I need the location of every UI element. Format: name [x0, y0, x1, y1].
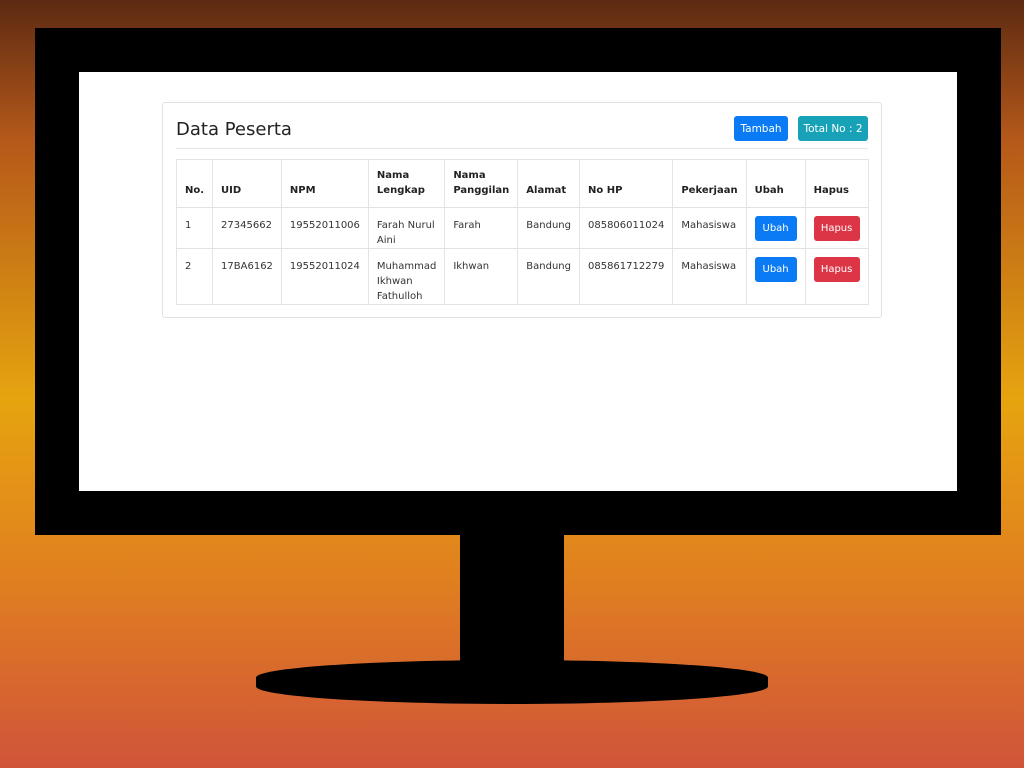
cell-no: 2: [175, 248, 214, 305]
peserta-table: No. UID NPM Nama Lengkap Nama Panggilan A…: [175, 159, 869, 305]
header-uid: UID: [212, 159, 282, 208]
cell-no: 1: [175, 207, 214, 249]
cell-nama-lengkap: Muhammad Ikhwan Fathulloh: [367, 248, 446, 305]
cell-nama-lengkap: Farah Nurul Aini: [367, 207, 446, 249]
table-header-row: No. UID NPM Nama Lengkap Nama Panggilan A…: [175, 159, 869, 208]
header-ubah: Ubah: [745, 159, 806, 208]
table-row: 2 17BA6162 19552011024 Muhammad Ikhwan F…: [175, 248, 869, 305]
cell-npm: 19552011024: [280, 248, 369, 305]
cell-uid: 17BA6162: [212, 248, 282, 305]
cell-uid: 27345662: [212, 207, 282, 249]
header-nama-panggilan: Nama Panggilan: [444, 159, 519, 208]
ubah-button[interactable]: Ubah: [754, 257, 797, 282]
cell-no-hp: 085861712279: [578, 248, 674, 305]
monitor-screen: Data Peserta Tambah Total No : 2 No. UID…: [79, 72, 957, 491]
ubah-button[interactable]: Ubah: [754, 216, 797, 241]
tambah-button[interactable]: Tambah: [734, 116, 788, 141]
monitor-stand-base: [256, 660, 768, 704]
hapus-button[interactable]: Hapus: [813, 216, 860, 241]
hapus-button[interactable]: Hapus: [813, 257, 860, 282]
header-nama-lengkap: Nama Lengkap: [367, 159, 446, 208]
cell-ubah: Ubah: [745, 207, 806, 249]
cell-ubah: Ubah: [745, 248, 806, 305]
header-pekerjaan: Pekerjaan: [672, 159, 747, 208]
cell-pekerjaan: Mahasiswa: [672, 207, 747, 249]
card-header: Data Peserta Tambah Total No : 2: [176, 115, 868, 149]
header-no-hp: No HP: [578, 159, 674, 208]
cell-hapus: Hapus: [804, 207, 869, 249]
cell-nama-panggilan: Ikhwan: [444, 248, 519, 305]
cell-pekerjaan: Mahasiswa: [672, 248, 747, 305]
cell-alamat: Bandung: [517, 207, 580, 249]
table-row: 1 27345662 19552011006 Farah Nurul Aini …: [175, 207, 869, 249]
monitor-frame: Data Peserta Tambah Total No : 2 No. UID…: [35, 28, 1001, 535]
cell-no-hp: 085806011024: [578, 207, 674, 249]
page-title: Data Peserta: [176, 119, 292, 140]
header-no: No.: [175, 159, 214, 208]
header-npm: NPM: [280, 159, 369, 208]
total-badge-button[interactable]: Total No : 2: [798, 116, 868, 141]
header-alamat: Alamat: [517, 159, 580, 208]
header-hapus: Hapus: [804, 159, 869, 208]
cell-nama-panggilan: Farah: [444, 207, 519, 249]
data-peserta-card: Data Peserta Tambah Total No : 2 No. UID…: [162, 102, 882, 318]
cell-hapus: Hapus: [804, 248, 869, 305]
cell-alamat: Bandung: [517, 248, 580, 305]
cell-npm: 19552011006: [280, 207, 369, 249]
monitor-stand-neck: [460, 535, 564, 663]
